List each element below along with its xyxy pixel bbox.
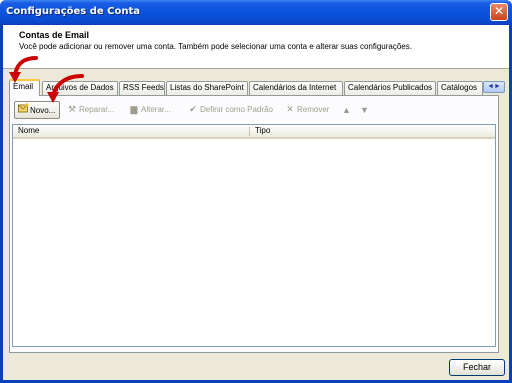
change-icon: ▆ [130, 104, 138, 114]
change-label: Alterar... [141, 105, 171, 114]
tab-scroll-buttons[interactable]: ◄► [483, 81, 505, 93]
column-name-header[interactable]: Nome [13, 125, 249, 137]
window-close-button[interactable]: ✕ [490, 3, 508, 21]
set-default-button[interactable]: ✔ Definir como Padrão [187, 101, 273, 119]
tab-address-books[interactable]: Catálogos [437, 81, 483, 95]
dialog-body: Contas de Email Você pode adicionar ou r… [3, 25, 509, 380]
tab-sharepoint-lists[interactable]: Listas do SharePoint [166, 81, 248, 95]
column-type-header[interactable]: Tipo [250, 125, 495, 137]
new-account-button[interactable]: Novo... [14, 101, 61, 119]
set-default-label: Definir como Padrão [200, 105, 273, 114]
repair-icon: ⚒ [67, 104, 77, 114]
check-circle-icon: ✔ [189, 104, 197, 114]
move-down-icon[interactable]: ▼ [360, 101, 369, 119]
close-button[interactable]: Fechar [449, 359, 505, 376]
title-bar[interactable]: Configurações de Conta ✕ [0, 0, 512, 25]
account-list[interactable]: Nome Tipo [12, 124, 496, 347]
account-settings-window: Configurações de Conta ✕ Contas de Email… [0, 0, 512, 383]
tab-rss-feeds[interactable]: RSS Feeds [119, 81, 165, 95]
remove-label: Remover [297, 105, 330, 114]
header-description: Você pode adicionar ou remover uma conta… [19, 42, 412, 51]
tab-strip: Email Arquivos de Dados RSS Feeds Listas… [9, 79, 505, 96]
window-title: Configurações de Conta [6, 6, 140, 17]
tab-email[interactable]: Email [9, 79, 40, 96]
dialog-header: Contas de Email Você pode adicionar ou r… [3, 25, 509, 69]
remove-x-icon: ✕ [286, 104, 294, 114]
email-tab-panel: Novo... ⚒ Reparar... ▆ Alterar... ✔ Definir… [9, 95, 499, 353]
repair-label: Reparar... [79, 105, 115, 114]
repair-button[interactable]: ⚒ Reparar... [66, 101, 114, 119]
move-up-icon[interactable]: ▲ [342, 101, 351, 119]
tab-data-files[interactable]: Arquivos de Dados [42, 81, 118, 95]
change-button[interactable]: ▆ Alterar... [128, 101, 171, 119]
header-title: Contas de Email [19, 30, 90, 40]
remove-button[interactable]: ✕ Remover [284, 101, 329, 119]
scroll-left-icon[interactable]: ◄ [487, 83, 494, 90]
new-account-icon [17, 102, 29, 118]
new-account-label: Novo... [30, 106, 56, 115]
tab-published-calendars[interactable]: Calendários Publicados [344, 81, 436, 95]
scroll-right-icon[interactable]: ► [494, 83, 501, 90]
tab-internet-calendars[interactable]: Calendários da Internet [249, 81, 343, 95]
account-toolbar: Novo... ⚒ Reparar... ▆ Alterar... ✔ Definir… [14, 101, 494, 119]
list-header: Nome Tipo [13, 125, 495, 139]
